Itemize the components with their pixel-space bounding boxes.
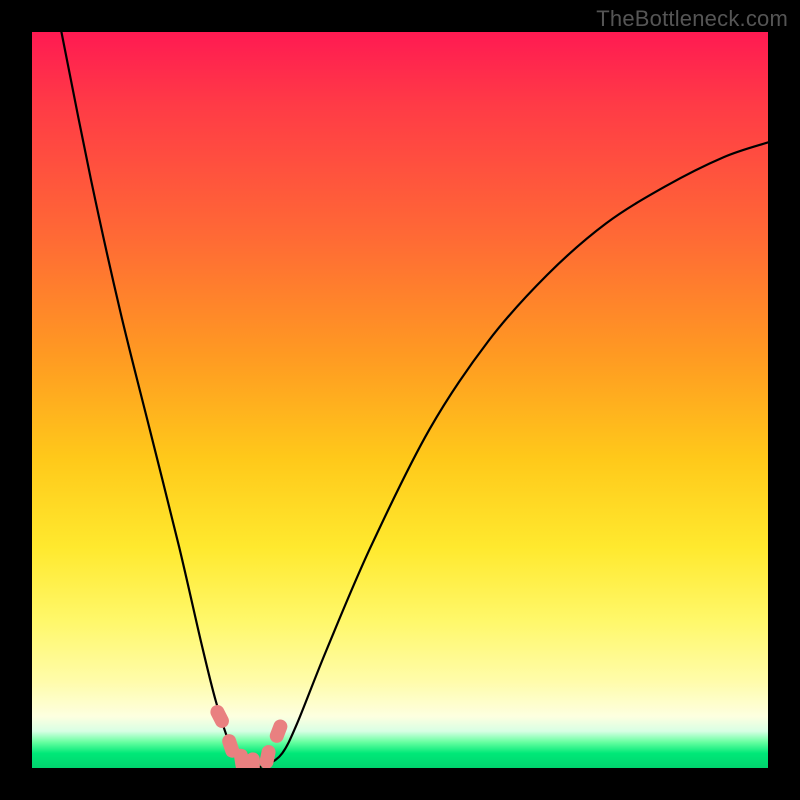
watermark-text: TheBottleneck.com [596, 6, 788, 32]
curve-marker [268, 717, 290, 744]
chart-root: TheBottleneck.com [0, 0, 800, 800]
plot-area [32, 32, 768, 768]
curve-layer [32, 32, 768, 768]
curve-marker [258, 744, 277, 768]
bottleneck-curve [61, 32, 768, 768]
curve-marker [246, 752, 260, 768]
curve-marker [208, 703, 231, 731]
